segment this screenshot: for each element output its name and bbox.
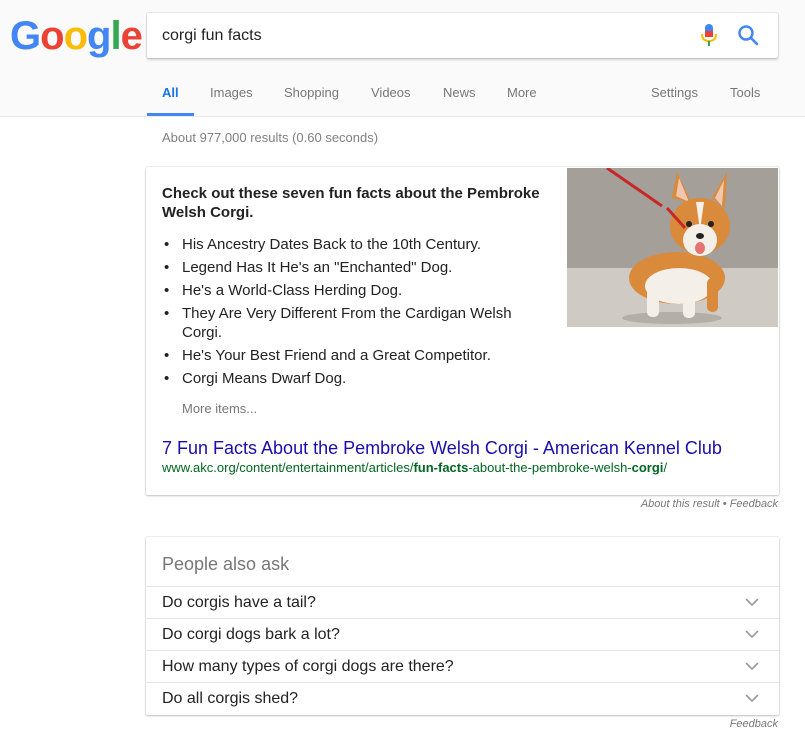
logo-letter: o [63,14,88,58]
corgi-photo[interactable] [567,168,778,327]
url-suffix: / [663,460,668,475]
chevron-down-icon [745,598,759,607]
result-title-link[interactable]: 7 Fun Facts About the Pembroke Welsh Cor… [162,438,722,459]
search-tabs: All Images Shopping Videos News More Set… [146,78,786,116]
url-prefix: www.akc.org/content/entertainment/articl… [162,460,414,475]
search-box [147,13,778,58]
list-item: Corgi Means Dwarf Dog. [162,369,542,388]
paa-title: People also ask [162,554,290,574]
logo-letter: o [40,14,64,58]
separator: • [719,498,730,510]
logo-letter: l [110,14,121,58]
chevron-down-icon [745,662,759,671]
about-this-result-link[interactable]: About this result [641,498,720,510]
chevron-down-icon [745,694,759,703]
result-url: www.akc.org/content/entertainment/articl… [162,460,667,475]
fact-list: His Ancestry Dates Back to the 10th Cent… [162,235,542,392]
tab-settings[interactable]: Settings [651,85,698,116]
tab-tools[interactable]: Tools [730,85,760,116]
feedback-link[interactable]: Feedback [730,718,778,730]
about-result-line: About this result • Feedback [641,498,778,510]
url-bold-corgi: corgi [631,460,664,475]
header: Google All Images Shopping Videos News M… [0,0,805,117]
tab-more[interactable]: More [507,85,537,116]
snippet-heading: Check out these seven fun facts about th… [162,185,540,221]
paa-question: Do all corgis shed? [162,690,299,707]
result-stats: About 977,000 results (0.60 seconds) [162,130,379,145]
chevron-down-icon [745,630,759,639]
list-item: Legend Has It He's an "Enchanted" Dog. [162,258,542,277]
search-input[interactable] [162,13,682,58]
logo-letter: G [10,14,41,58]
tab-images[interactable]: Images [210,85,253,116]
tab-videos[interactable]: Videos [371,85,411,116]
tab-news[interactable]: News [443,85,476,116]
tab-shopping[interactable]: Shopping [284,85,339,116]
list-item: He's a World-Class Herding Dog. [162,281,542,300]
tab-all[interactable]: All [147,85,194,116]
feedback-link[interactable]: Feedback [730,498,778,510]
paa-question-row[interactable]: Do all corgis shed? [146,682,779,714]
paa-question: How many types of corgi dogs are there? [162,658,454,675]
paa-question-row[interactable]: Do corgis have a tail? [146,586,779,618]
paa-question-row[interactable]: Do corgi dogs bark a lot? [146,618,779,650]
logo-letter: g [87,14,111,58]
paa-question: Do corgis have a tail? [162,594,316,611]
url-bold-fun-facts: fun-facts [413,460,469,475]
mic-icon[interactable] [699,23,719,47]
logo-letter: e [120,14,143,58]
paa-question: Do corgi dogs bark a lot? [162,626,340,643]
list-item: They Are Very Different From the Cardiga… [162,304,542,342]
more-items-link[interactable]: More items... [182,401,257,416]
url-middle: -about-the-pembroke-welsh- [468,460,632,475]
featured-snippet: Check out these seven fun facts about th… [146,167,779,495]
list-item: His Ancestry Dates Back to the 10th Cent… [162,235,542,254]
paa-question-row[interactable]: How many types of corgi dogs are there? [146,650,779,682]
list-item: He's Your Best Friend and a Great Compet… [162,346,542,365]
google-logo[interactable]: Google [10,14,143,59]
people-also-ask: People also ask Do corgis have a tail? D… [146,537,779,715]
search-icon[interactable] [737,24,759,46]
